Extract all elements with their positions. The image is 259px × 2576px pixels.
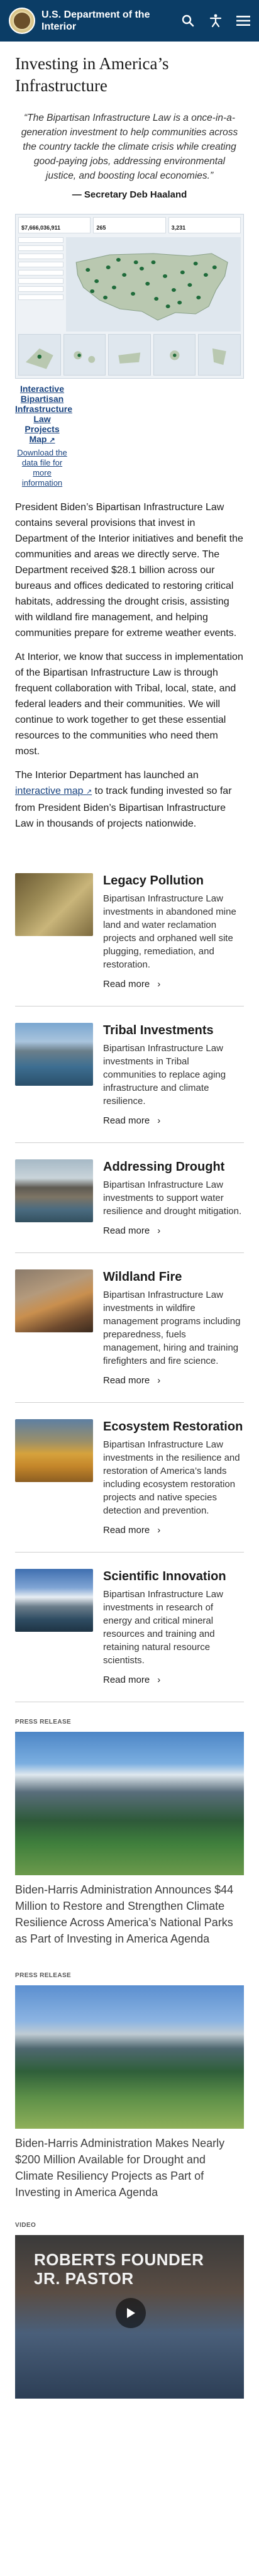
- topic-title[interactable]: Tribal Investments: [103, 1023, 244, 1038]
- read-more-link[interactable]: Read more ›: [103, 1375, 244, 1386]
- dashboard-insets: [18, 334, 241, 376]
- dashboard-stat: 3,231: [168, 217, 241, 233]
- quote-text: “The Bipartisan Infrastructure Law is a …: [21, 113, 238, 181]
- doi-seal-logo[interactable]: [9, 8, 35, 34]
- intro-paragraph: President Biden’s Bipartisan Infrastruct…: [15, 502, 243, 638]
- topic-image: [15, 1269, 93, 1332]
- accessibility-icon[interactable]: [207, 13, 224, 29]
- dashboard-stat: $7,666,036,911: [18, 217, 91, 233]
- topic-description: Bipartisan Infrastructure Law investment…: [103, 1589, 223, 1666]
- press-release-image[interactable]: [15, 1985, 244, 2129]
- press-release-label: PRESS RELEASE: [15, 1972, 72, 1979]
- press-release-card[interactable]: PRESS RELEASE Biden-Harris Administratio…: [15, 1719, 244, 1947]
- download-data-link[interactable]: Download the data file for more informat…: [15, 448, 69, 488]
- video-label: VIDEO: [15, 2222, 36, 2229]
- topic-title[interactable]: Legacy Pollution: [103, 873, 244, 888]
- page-title: Investing in America’s Infrastructure: [15, 54, 169, 95]
- read-more-link[interactable]: Read more ›: [103, 1675, 244, 1685]
- video-sign: ROBERTS FOUNDER JR. PASTOR: [34, 2250, 204, 2288]
- chevron-right-icon: ›: [157, 1525, 161, 1536]
- topic-image: [15, 1023, 93, 1086]
- play-icon[interactable]: [116, 2298, 146, 2328]
- topic-image: [15, 1419, 93, 1482]
- read-more-link[interactable]: Read more ›: [103, 1225, 244, 1236]
- topics-list: Legacy Pollution Bipartisan Infrastructu…: [15, 873, 244, 1702]
- dashboard-stat: 265: [93, 217, 166, 233]
- topic-image: [15, 1159, 93, 1222]
- press-release-title[interactable]: Biden-Harris Administration Announces $4…: [15, 1882, 244, 1947]
- topic-description: Bipartisan Infrastructure Law investment…: [103, 893, 236, 970]
- topic-title[interactable]: Ecosystem Restoration: [103, 1419, 244, 1434]
- read-more-link[interactable]: Read more ›: [103, 1525, 244, 1536]
- chevron-right-icon: ›: [157, 1375, 161, 1386]
- topic-image: [15, 873, 93, 936]
- header-actions: [180, 13, 251, 29]
- site-title[interactable]: U.S. Department of the Interior: [41, 9, 161, 33]
- external-link-icon: ↗: [49, 437, 55, 444]
- topic-scientific-innovation[interactable]: Scientific Innovation Bipartisan Infrast…: [15, 1569, 244, 1702]
- topic-description: Bipartisan Infrastructure Law investment…: [103, 1179, 242, 1217]
- main-content: Investing in America’s Infrastructure “T…: [0, 53, 259, 2399]
- video-thumbnail[interactable]: ROBERTS FOUNDER JR. PASTOR: [15, 2235, 244, 2399]
- chevron-right-icon: ›: [157, 979, 161, 990]
- press-release-card[interactable]: PRESS RELEASE Biden-Harris Administratio…: [15, 1972, 244, 2200]
- press-release-image[interactable]: [15, 1732, 244, 1875]
- site-header: U.S. Department of the Interior: [0, 0, 259, 42]
- topic-title[interactable]: Wildland Fire: [103, 1269, 244, 1285]
- chevron-right-icon: ›: [157, 1115, 161, 1126]
- press-release-label: PRESS RELEASE: [15, 1719, 72, 1726]
- topic-description: Bipartisan Infrastructure Law investment…: [103, 1439, 240, 1516]
- chevron-right-icon: ›: [157, 1225, 161, 1236]
- map-launch-paragraph: The Interior Department has launched an …: [15, 770, 232, 829]
- projects-map-dashboard[interactable]: $7,666,036,911 265 3,231: [15, 214, 244, 379]
- external-link-icon: ↗: [85, 788, 92, 796]
- us-map: [66, 237, 241, 332]
- dashboard-filters: [18, 237, 63, 303]
- topic-ecosystem-restoration[interactable]: Ecosystem Restoration Bipartisan Infrast…: [15, 1419, 244, 1553]
- topic-description: Bipartisan Infrastructure Law investment…: [103, 1290, 241, 1366]
- topic-title[interactable]: Scientific Innovation: [103, 1569, 244, 1584]
- topic-image: [15, 1569, 93, 1632]
- interactive-map-inline-link[interactable]: interactive map ↗: [15, 786, 92, 796]
- chevron-right-icon: ›: [157, 1675, 161, 1685]
- topic-title[interactable]: Addressing Drought: [103, 1159, 244, 1174]
- read-more-link[interactable]: Read more ›: [103, 979, 244, 990]
- menu-icon[interactable]: [235, 13, 251, 29]
- map-caption: Interactive Bipartisan Infrastructure La…: [15, 384, 72, 488]
- read-more-link[interactable]: Read more ›: [103, 1115, 244, 1126]
- collaboration-paragraph: At Interior, we know that success in imp…: [15, 652, 243, 757]
- quote-attribution: — Secretary Deb Haaland: [72, 189, 187, 200]
- video-card[interactable]: VIDEO ROBERTS FOUNDER JR. PASTOR: [15, 2222, 244, 2399]
- interactive-map-link[interactable]: Interactive Bipartisan Infrastructure La…: [15, 384, 72, 445]
- search-icon[interactable]: [180, 13, 196, 29]
- topic-legacy-pollution[interactable]: Legacy Pollution Bipartisan Infrastructu…: [15, 873, 244, 1006]
- topic-wildland-fire[interactable]: Wildland Fire Bipartisan Infrastructure …: [15, 1269, 244, 1403]
- topic-description: Bipartisan Infrastructure Law investment…: [103, 1043, 226, 1107]
- topic-addressing-drought[interactable]: Addressing Drought Bipartisan Infrastruc…: [15, 1159, 244, 1253]
- press-release-title[interactable]: Biden-Harris Administration Makes Nearly…: [15, 2135, 244, 2200]
- topic-tribal-investments[interactable]: Tribal Investments Bipartisan Infrastruc…: [15, 1023, 244, 1143]
